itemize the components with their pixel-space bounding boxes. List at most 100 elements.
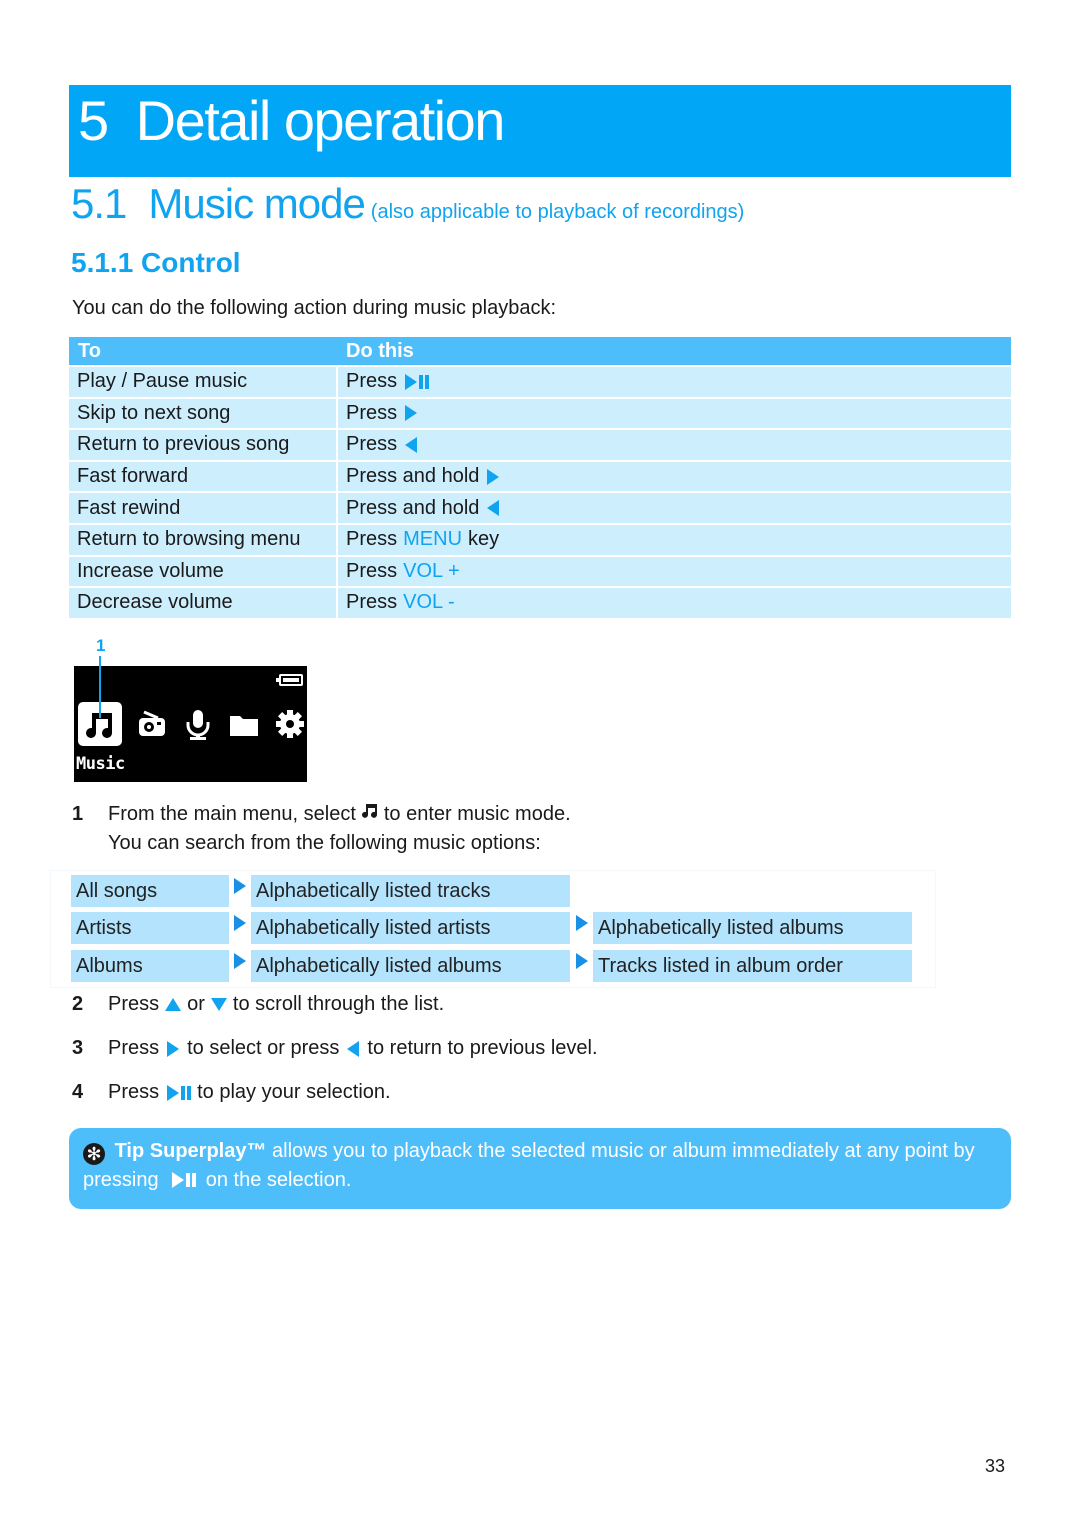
action-text: Press bbox=[346, 528, 398, 551]
step-text: From the main menu, select bbox=[108, 802, 356, 825]
settings-gear-icon bbox=[270, 703, 310, 745]
key-name: VOL + bbox=[403, 559, 460, 582]
control-table: To Do this Play / Pause music Press Skip t… bbox=[69, 337, 1011, 618]
section-title: 5.1 Music mode (also applicable to playbac… bbox=[71, 180, 744, 228]
section-number: 5.1 bbox=[71, 180, 127, 227]
play-pause-icon bbox=[167, 1084, 192, 1101]
cell-to: Increase volume bbox=[69, 556, 338, 587]
cell-to: Decrease volume bbox=[69, 588, 338, 618]
step-text: Press bbox=[108, 1037, 160, 1059]
cell-do-this: Press MENU key bbox=[338, 528, 1011, 551]
cell-do-this: Press and hold bbox=[338, 465, 1011, 488]
next-arrow-icon bbox=[167, 1040, 180, 1057]
action-text: Press bbox=[346, 559, 398, 582]
table-row: Fast rewind Press and hold bbox=[69, 491, 1011, 523]
table-header: To Do this bbox=[69, 337, 1011, 365]
action-text: Press bbox=[346, 433, 398, 456]
option-all-songs: All songs bbox=[71, 875, 229, 907]
table-row: Return to previous song Press bbox=[69, 428, 1011, 460]
previous-arrow-icon bbox=[487, 500, 500, 517]
step-3: 3 Press to select or press to return to … bbox=[72, 1037, 598, 1060]
next-arrow-icon bbox=[405, 405, 418, 422]
cell-to: Fast forward bbox=[69, 461, 338, 492]
header-to: To bbox=[78, 339, 101, 362]
step-text: to scroll through the list. bbox=[232, 993, 445, 1015]
page-number: 33 bbox=[985, 1456, 1006, 1476]
device-screen: Music bbox=[74, 666, 307, 782]
step-number: 3 bbox=[72, 1037, 84, 1059]
option-artists: Artists bbox=[71, 912, 229, 944]
arrow-right-icon bbox=[576, 953, 588, 969]
cell-to: Return to browsing menu bbox=[69, 524, 338, 555]
music-note-icon bbox=[361, 802, 378, 826]
cell-to: Return to previous song bbox=[69, 430, 338, 460]
cell-do-this: Press and hold bbox=[338, 497, 1011, 520]
key-name: VOL - bbox=[403, 591, 455, 614]
step-2: 2 Press or to scroll through the list. bbox=[72, 993, 444, 1016]
action-text: Press and hold bbox=[346, 465, 480, 488]
action-suffix: key bbox=[468, 528, 500, 551]
cell-do-this: Press bbox=[338, 433, 1011, 456]
table-row: Increase volume Press VOL + bbox=[69, 554, 1011, 587]
step-4: 4 Press to play your selection. bbox=[72, 1081, 391, 1104]
tip-label: Tip bbox=[114, 1140, 145, 1162]
tip-product: Superplay™ bbox=[149, 1140, 267, 1162]
microphone-icon bbox=[178, 703, 218, 745]
cell-to: Skip to next song bbox=[69, 398, 338, 429]
chapter-number: 5 bbox=[78, 89, 109, 152]
arrow-right-icon bbox=[234, 878, 246, 894]
cell-to: Play / Pause music bbox=[69, 367, 338, 397]
step-text: to play your selection. bbox=[197, 1081, 391, 1103]
table-row: Decrease volume Press VOL - bbox=[69, 586, 1011, 618]
previous-arrow-icon bbox=[405, 436, 418, 453]
callout-number: 1 bbox=[96, 636, 106, 655]
callout-line bbox=[99, 656, 101, 718]
table-row: Play / Pause music Press bbox=[69, 365, 1011, 397]
header-do-this: Do this bbox=[346, 339, 414, 362]
section-subtitle: (also applicable to playback of recordin… bbox=[370, 201, 745, 223]
cell-do-this: Press VOL + bbox=[338, 560, 1011, 583]
folder-icon bbox=[224, 703, 264, 745]
step-1-continuation: You can search from the following music … bbox=[108, 832, 541, 854]
arrow-right-icon bbox=[576, 915, 588, 931]
action-text: Press bbox=[346, 401, 398, 424]
battery-icon bbox=[276, 674, 303, 686]
key-name: MENU bbox=[403, 528, 463, 551]
down-arrow-icon bbox=[210, 998, 227, 1011]
option-albums: Albums bbox=[71, 950, 229, 982]
step-number: 1 bbox=[72, 802, 84, 825]
step-number: 2 bbox=[72, 993, 84, 1015]
table-row: Fast forward Press and hold bbox=[69, 459, 1011, 492]
cell-do-this: Press bbox=[338, 402, 1011, 425]
table-row: Skip to next song Press bbox=[69, 396, 1011, 429]
option-albums-list: Alphabetically listed albums bbox=[251, 950, 570, 982]
arrow-right-icon bbox=[234, 915, 246, 931]
subsection-title: 5.1.1 Control bbox=[71, 247, 241, 278]
step-text: to enter music mode. bbox=[383, 802, 571, 825]
play-pause-icon bbox=[405, 373, 430, 390]
arrow-right-icon bbox=[234, 953, 246, 969]
tip-asterisk-icon: ✻ bbox=[83, 1143, 105, 1165]
next-arrow-icon bbox=[487, 468, 500, 485]
cell-do-this: Press bbox=[338, 370, 1011, 393]
option-artist-albums: Alphabetically listed albums bbox=[593, 912, 912, 944]
play-pause-icon bbox=[172, 1172, 197, 1188]
action-text: Press bbox=[346, 370, 398, 393]
tip-text-end: on the selection. bbox=[205, 1169, 352, 1191]
tip-box: ✻ Tip Superplay™ allows you to playback … bbox=[69, 1128, 1011, 1209]
step-number: 4 bbox=[72, 1081, 84, 1103]
cell-do-this: Press VOL - bbox=[338, 591, 1011, 614]
up-arrow-icon bbox=[165, 998, 182, 1011]
chapter-title-text: Detail operation bbox=[135, 89, 506, 152]
step-text: Press bbox=[108, 993, 160, 1015]
table-row: Return to browsing menu Press MENU key bbox=[69, 522, 1011, 555]
action-text: Press bbox=[346, 591, 398, 614]
action-text: Press and hold bbox=[346, 496, 480, 519]
step-text: Press bbox=[108, 1081, 160, 1103]
option-tracks-list: Alphabetically listed tracks bbox=[251, 875, 570, 907]
step-text: to select or press bbox=[187, 1037, 340, 1059]
step-1: 1 From the main menu, select to enter mu… bbox=[72, 802, 571, 826]
cell-to: Fast rewind bbox=[69, 493, 338, 523]
intro-text: You can do the following action during m… bbox=[72, 297, 557, 319]
radio-icon bbox=[132, 703, 172, 745]
